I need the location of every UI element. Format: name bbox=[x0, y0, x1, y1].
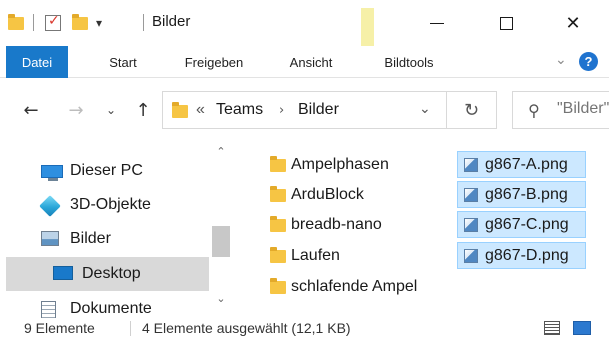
file-name: g867-B.png bbox=[485, 186, 568, 203]
nav-item-label: 3D-Objekte bbox=[70, 196, 151, 213]
file-g867-b[interactable]: g867-B.png bbox=[457, 181, 586, 208]
title-separator bbox=[143, 14, 144, 31]
large-icons-view-icon[interactable] bbox=[573, 321, 591, 335]
breadcrumb-separator-icon[interactable]: › bbox=[279, 103, 284, 118]
selection-info: 4 Elemente ausgewählt (12,1 KB) bbox=[142, 320, 351, 336]
file-g867-a[interactable]: g867-A.png bbox=[457, 151, 586, 178]
address-dropdown-icon[interactable]: ⌄ bbox=[419, 101, 431, 117]
address-folder-icon bbox=[172, 102, 188, 118]
nav-item-label: Desktop bbox=[82, 265, 141, 282]
nav-item-dokumente[interactable]: Dokumente bbox=[0, 292, 212, 318]
image-file-icon bbox=[464, 158, 478, 172]
nav-item-3d-objekte[interactable]: 3D-Objekte bbox=[0, 188, 212, 222]
nav-item-label: Dokumente bbox=[70, 300, 152, 317]
maximize-button[interactable] bbox=[483, 6, 529, 40]
new-folder-icon bbox=[72, 13, 88, 30]
file-name: g867-C.png bbox=[485, 216, 569, 233]
new-folder-button[interactable] bbox=[72, 12, 88, 34]
refresh-icon: ↻ bbox=[463, 99, 480, 121]
nav-item-label: Dieser PC bbox=[70, 162, 143, 179]
address-overflow[interactable]: « bbox=[196, 101, 205, 119]
tab-datei[interactable]: Datei bbox=[6, 46, 68, 78]
folder-icon bbox=[270, 156, 286, 172]
up-button[interactable]: ↑ bbox=[130, 93, 156, 127]
image-file-icon bbox=[464, 218, 478, 232]
properties-button[interactable] bbox=[45, 12, 61, 34]
title-bar: ▾ Bilder ✕ bbox=[0, 0, 609, 68]
close-button[interactable]: ✕ bbox=[550, 6, 596, 40]
back-button[interactable]: ← bbox=[16, 93, 46, 127]
folder-name: breadb-nano bbox=[291, 216, 382, 233]
file-g867-c[interactable]: g867-C.png bbox=[457, 211, 586, 238]
properties-icon bbox=[45, 13, 61, 31]
search-input[interactable] bbox=[557, 100, 609, 118]
status-bar: 9 Elemente 4 Elemente ausgewählt (12,1 K… bbox=[0, 318, 609, 339]
maximize-icon bbox=[499, 16, 513, 30]
folder-name: ArduBlock bbox=[291, 186, 364, 203]
computer-icon bbox=[41, 165, 63, 181]
address-bar[interactable]: « Teams › Bilder ⌄ bbox=[162, 91, 447, 129]
toolbar-separator bbox=[33, 14, 34, 31]
ribbon-expand-button[interactable]: ⌄ bbox=[555, 52, 567, 68]
file-g867-d[interactable]: g867-D.png bbox=[457, 242, 586, 269]
image-file-icon bbox=[464, 249, 478, 263]
tab-start[interactable]: Start bbox=[92, 46, 154, 78]
nav-item-desktop[interactable]: Desktop bbox=[6, 257, 209, 291]
search-box[interactable]: ⚲ bbox=[512, 91, 609, 129]
tab-freigeben[interactable]: Freigeben bbox=[170, 46, 258, 78]
nav-item-label: Bilder bbox=[70, 230, 111, 247]
tab-ansicht[interactable]: Ansicht bbox=[276, 46, 346, 78]
nav-item-dieser-pc[interactable]: Dieser PC bbox=[0, 154, 212, 188]
folder-icon bbox=[270, 278, 286, 294]
recent-locations-button[interactable]: ⌄ bbox=[100, 93, 122, 127]
3d-objects-icon bbox=[39, 195, 61, 217]
refresh-button[interactable]: ↻ bbox=[447, 91, 497, 129]
minimize-icon bbox=[430, 22, 444, 24]
file-name: g867-D.png bbox=[485, 247, 569, 264]
details-view-icon[interactable] bbox=[544, 321, 560, 335]
scroll-down-button[interactable]: ⌄ bbox=[212, 290, 230, 306]
quick-access-dropdown[interactable]: ▾ bbox=[96, 12, 102, 34]
item-count: 9 Elemente bbox=[24, 320, 95, 336]
image-file-icon bbox=[464, 188, 478, 202]
breadcrumb-bilder[interactable]: Bilder bbox=[298, 101, 339, 119]
forward-button[interactable]: → bbox=[64, 93, 88, 127]
scroll-up-button[interactable]: ⌃ bbox=[212, 143, 230, 159]
tab-bildtools[interactable]: Bildtools bbox=[372, 46, 446, 78]
folder-icon bbox=[270, 216, 286, 232]
folder-name: Laufen bbox=[291, 247, 340, 264]
status-separator bbox=[130, 321, 131, 336]
scrollbar-thumb[interactable] bbox=[212, 226, 230, 257]
folder-name: Ampelphasen bbox=[291, 156, 389, 173]
folder-icon bbox=[8, 12, 24, 34]
navigation-pane: Dieser PC 3D-Objekte Bilder Desktop Doku… bbox=[0, 140, 212, 318]
pictures-icon bbox=[41, 231, 59, 246]
close-icon: ✕ bbox=[565, 12, 581, 34]
help-button[interactable]: ? bbox=[579, 52, 598, 71]
breadcrumb-teams[interactable]: Teams bbox=[216, 101, 263, 119]
file-name: g867-A.png bbox=[485, 156, 568, 173]
folder-icon bbox=[270, 247, 286, 263]
nav-item-bilder[interactable]: Bilder bbox=[0, 222, 212, 256]
minimize-button[interactable] bbox=[414, 6, 460, 40]
documents-icon bbox=[41, 301, 56, 318]
search-icon: ⚲ bbox=[528, 101, 540, 120]
folder-icon bbox=[270, 186, 286, 202]
desktop-icon bbox=[53, 266, 73, 280]
folder-name: schlafende Ampel bbox=[291, 278, 418, 295]
window-title: Bilder bbox=[152, 13, 191, 30]
